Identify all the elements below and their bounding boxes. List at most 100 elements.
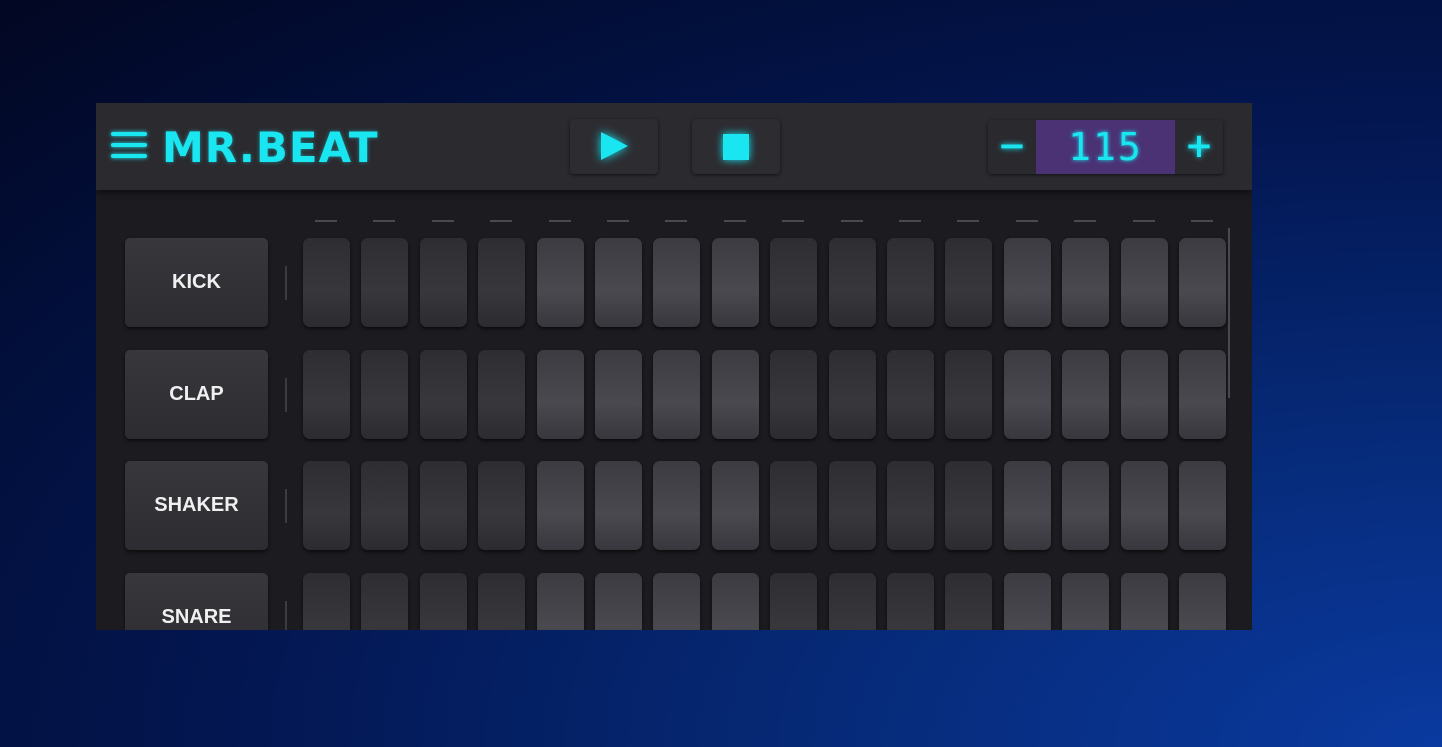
step-pad[interactable] — [1062, 573, 1110, 630]
step-indicator — [607, 220, 629, 222]
step-indicator — [957, 220, 980, 222]
step-pad[interactable] — [653, 238, 701, 327]
step-pad[interactable] — [1062, 461, 1110, 550]
step-pad[interactable] — [1003, 238, 1051, 327]
stop-button[interactable] — [692, 119, 780, 174]
track-label-kick[interactable]: KICK — [125, 238, 268, 327]
play-button[interactable] — [570, 119, 658, 174]
step-indicator — [899, 220, 921, 222]
step-pad[interactable] — [945, 573, 993, 630]
step-pad[interactable] — [945, 238, 993, 327]
step-pad[interactable] — [1179, 573, 1226, 630]
step-pad[interactable] — [303, 461, 350, 550]
app-logo: MR.BEAT — [162, 123, 379, 172]
tempo-display: 115 — [1036, 120, 1175, 174]
separator — [285, 489, 287, 523]
step-pad[interactable] — [711, 573, 759, 630]
step-pad[interactable] — [1062, 350, 1110, 439]
step-pad[interactable] — [536, 573, 584, 630]
step-pad[interactable] — [1120, 573, 1168, 630]
step-pad[interactable] — [653, 350, 701, 439]
separator — [285, 601, 287, 630]
step-pad[interactable] — [478, 573, 526, 630]
step-pad[interactable] — [770, 461, 818, 550]
step-pad[interactable] — [478, 350, 526, 439]
tempo-increase-button[interactable]: + — [1175, 120, 1223, 174]
step-pad[interactable] — [595, 238, 642, 327]
step-indicator — [315, 220, 337, 222]
tempo-decrease-button[interactable]: − — [988, 120, 1036, 174]
step-pad[interactable] — [1003, 461, 1051, 550]
step-pad[interactable] — [1179, 238, 1226, 327]
step-pad[interactable] — [711, 238, 759, 327]
step-pad[interactable] — [303, 350, 350, 439]
scrollbar[interactable] — [1228, 228, 1230, 398]
tempo-control: − 115 + — [988, 120, 1223, 174]
step-pad[interactable] — [1003, 350, 1051, 439]
track-label-snare[interactable]: SNARE — [125, 573, 268, 630]
step-indicator — [1132, 220, 1155, 222]
step-pad[interactable] — [595, 461, 642, 550]
step-pad[interactable] — [770, 238, 818, 327]
step-pad[interactable] — [419, 573, 467, 630]
track-label-clap[interactable]: CLAP — [125, 350, 268, 439]
step-pad[interactable] — [419, 238, 467, 327]
step-pad[interactable] — [887, 573, 934, 630]
step-indicator — [431, 220, 454, 222]
step-pad[interactable] — [1062, 238, 1110, 327]
step-sequencer-grid: KICK CLAP SHAKER SNARE — [96, 190, 1252, 630]
step-pad[interactable] — [1120, 350, 1168, 439]
step-pad[interactable] — [1003, 573, 1051, 630]
step-pad[interactable] — [361, 573, 409, 630]
step-pad[interactable] — [828, 350, 876, 439]
header-bar: MR.BEAT − 115 + — [96, 103, 1252, 190]
step-indicator — [373, 220, 396, 222]
step-indicator — [1191, 220, 1213, 222]
step-pad[interactable] — [536, 238, 584, 327]
step-pad[interactable] — [361, 461, 409, 550]
step-pad[interactable] — [828, 573, 876, 630]
separator — [285, 378, 287, 412]
step-pad[interactable] — [478, 461, 526, 550]
step-pad[interactable] — [770, 573, 818, 630]
step-pad[interactable] — [711, 461, 759, 550]
step-indicator — [548, 220, 571, 222]
step-pad[interactable] — [1120, 238, 1168, 327]
step-pad[interactable] — [303, 238, 350, 327]
step-pad[interactable] — [419, 350, 467, 439]
step-pad[interactable] — [828, 238, 876, 327]
step-pad[interactable] — [945, 461, 993, 550]
step-pad[interactable] — [595, 573, 642, 630]
step-pad[interactable] — [361, 238, 409, 327]
step-pad[interactable] — [770, 350, 818, 439]
separator — [285, 266, 287, 300]
step-pad[interactable] — [1179, 350, 1226, 439]
step-pad[interactable] — [887, 461, 934, 550]
step-pad[interactable] — [711, 350, 759, 439]
step-pad[interactable] — [361, 350, 409, 439]
step-pad[interactable] — [536, 350, 584, 439]
step-indicator — [723, 220, 746, 222]
hamburger-menu-icon[interactable] — [111, 132, 147, 160]
step-indicator — [490, 220, 513, 222]
step-pad[interactable] — [887, 350, 934, 439]
step-indicator — [840, 220, 863, 222]
step-pad[interactable] — [828, 461, 876, 550]
step-pad[interactable] — [653, 461, 701, 550]
step-pad[interactable] — [945, 350, 993, 439]
track-label-shaker[interactable]: SHAKER — [125, 461, 268, 550]
step-pad[interactable] — [419, 461, 467, 550]
step-pad[interactable] — [595, 350, 642, 439]
step-pad[interactable] — [887, 238, 934, 327]
beat-app: MR.BEAT − 115 + KICK CLAP SHAKER SNARE — [96, 103, 1252, 630]
step-pad[interactable] — [1120, 461, 1168, 550]
step-indicator — [782, 220, 805, 222]
step-pad[interactable] — [536, 461, 584, 550]
step-indicator — [665, 220, 688, 222]
step-indicator — [1074, 220, 1097, 222]
step-pad[interactable] — [653, 573, 701, 630]
step-pad[interactable] — [303, 573, 350, 630]
step-pad[interactable] — [478, 238, 526, 327]
step-indicator — [1015, 220, 1038, 222]
step-pad[interactable] — [1179, 461, 1226, 550]
